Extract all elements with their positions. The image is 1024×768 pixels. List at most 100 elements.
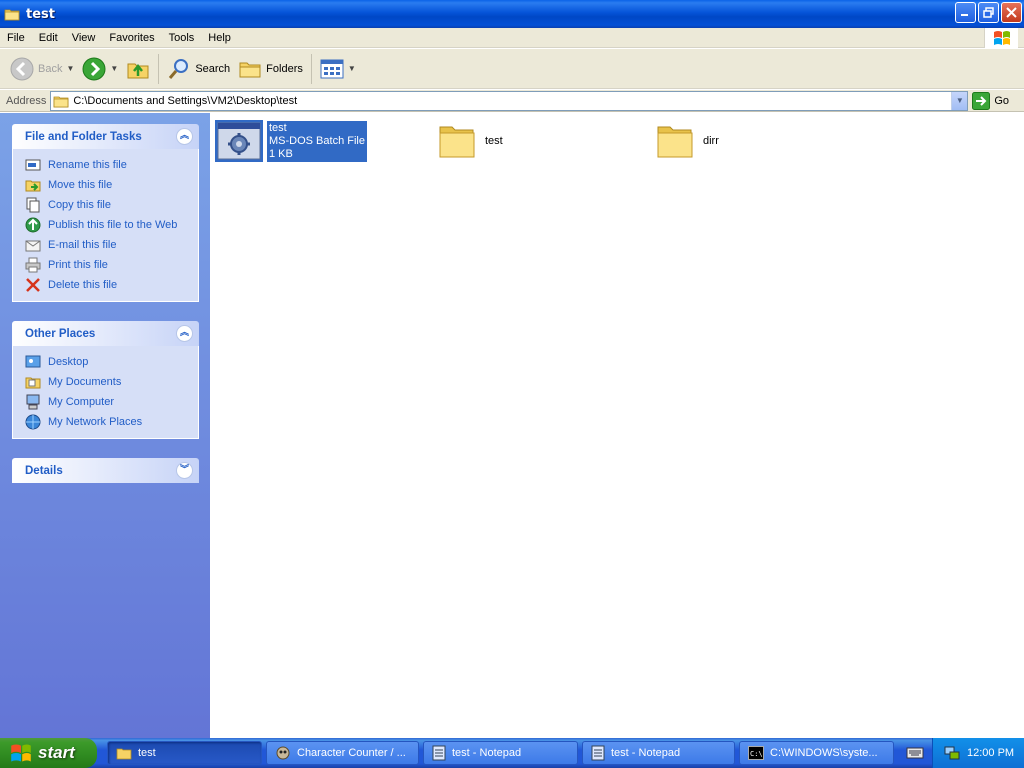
- task-publish[interactable]: Publish this file to the Web: [25, 215, 198, 235]
- task-label: Copy this file: [48, 199, 111, 211]
- start-label: start: [38, 743, 75, 762]
- task-move[interactable]: Move this file: [25, 175, 198, 195]
- restore-icon: [983, 7, 994, 18]
- task-email[interactable]: E-mail this file: [25, 235, 198, 255]
- window-title: test: [26, 6, 55, 22]
- close-button[interactable]: [1001, 2, 1022, 23]
- folders-icon: [239, 62, 261, 77]
- address-dropdown-button[interactable]: ▼: [951, 91, 968, 110]
- place-my-network[interactable]: My Network Places: [25, 412, 198, 432]
- task-print[interactable]: Print this file: [25, 255, 198, 275]
- back-button[interactable]: Back ▼: [6, 52, 78, 86]
- delete-x-icon: [25, 277, 41, 293]
- email-icon: [25, 237, 41, 253]
- place-label: Desktop: [48, 356, 89, 368]
- file-list: test MS-DOS Batch File 1 KB test dirr: [210, 113, 1024, 738]
- move-icon: [25, 177, 41, 193]
- restore-button[interactable]: [978, 2, 999, 23]
- minimize-button[interactable]: [955, 2, 976, 23]
- task-label: Publish this file to the Web: [48, 219, 178, 231]
- my-network-places-icon: [25, 414, 41, 430]
- task-delete[interactable]: Delete this file: [25, 275, 198, 295]
- publish-web-icon: [25, 217, 41, 233]
- search-label: Search: [195, 62, 231, 75]
- place-my-documents[interactable]: My Documents: [25, 372, 198, 392]
- up-folder-icon: [127, 63, 149, 78]
- taskbar-item-label: C:\WINDOWS\syste...: [770, 747, 878, 759]
- forward-dropdown-icon[interactable]: ▼: [110, 64, 118, 73]
- place-desktop[interactable]: Desktop: [25, 352, 198, 372]
- task-rename[interactable]: Rename this file: [25, 155, 198, 175]
- folder-item-dirr[interactable]: dirr: [655, 121, 719, 161]
- panel-title: Other Places: [25, 327, 96, 340]
- address-label: Address: [6, 94, 47, 107]
- file-name: test: [269, 121, 287, 134]
- title-bar: test: [0, 0, 1024, 28]
- svg-text:C:\: C:\: [750, 750, 763, 758]
- task-copy[interactable]: Copy this file: [25, 195, 198, 215]
- menu-view[interactable]: View: [65, 32, 103, 44]
- details-panel: Details ︾: [12, 458, 199, 483]
- address-input[interactable]: C:\Documents and Settings\VM2\Desktop\te…: [50, 90, 969, 111]
- taskbar-item-notepad-2[interactable]: test - Notepad: [582, 741, 735, 765]
- place-label: My Documents: [48, 376, 122, 388]
- expand-icon[interactable]: ︾: [176, 462, 193, 479]
- notepad-icon: [591, 745, 605, 761]
- toolbar: Back ▼ ▼ Search Folders ▼: [0, 49, 1024, 89]
- menu-tools[interactable]: Tools: [162, 32, 202, 44]
- go-label: Go: [994, 94, 1010, 107]
- clock[interactable]: 12:00 PM: [967, 747, 1014, 759]
- printer-icon: [25, 257, 41, 273]
- keyboard-icon[interactable]: [906, 744, 924, 762]
- views-button[interactable]: ▼: [316, 52, 360, 86]
- folder-icon: [116, 748, 132, 760]
- menu-favorites[interactable]: Favorites: [102, 32, 161, 44]
- panel-header[interactable]: Other Places ︽: [12, 321, 199, 346]
- taskbar-item-cmd[interactable]: C:\ C:\WINDOWS\syste...: [739, 741, 894, 765]
- file-item-batch[interactable]: test MS-DOS Batch File 1 KB: [215, 120, 367, 162]
- menu-file[interactable]: File: [0, 32, 32, 44]
- back-dropdown-icon[interactable]: ▼: [66, 64, 74, 73]
- folder-icon: [439, 126, 475, 158]
- taskbar-item-label: Character Counter / ...: [297, 747, 406, 759]
- go-button[interactable]: Go: [972, 91, 1010, 110]
- views-dropdown-icon[interactable]: ▼: [348, 64, 356, 73]
- minimize-icon: [961, 14, 968, 16]
- batch-file-icon: [215, 120, 263, 162]
- forward-button[interactable]: ▼: [78, 52, 122, 86]
- up-folder-button[interactable]: [122, 52, 154, 86]
- collapse-icon[interactable]: ︽: [176, 128, 193, 145]
- folder-icon: [657, 126, 693, 158]
- close-icon: [1006, 7, 1017, 18]
- panel-header[interactable]: Details ︾: [12, 458, 199, 483]
- back-label: Back: [38, 62, 63, 75]
- place-label: My Computer: [48, 396, 115, 408]
- search-icon: [169, 58, 189, 79]
- taskbar-item-character-counter[interactable]: Character Counter / ...: [266, 741, 419, 765]
- task-label: Rename this file: [48, 159, 127, 171]
- taskbar-item-explorer[interactable]: test: [107, 741, 262, 765]
- menu-edit[interactable]: Edit: [32, 32, 65, 44]
- panel-header[interactable]: File and Folder Tasks ︽: [12, 124, 199, 149]
- place-my-computer[interactable]: My Computer: [25, 392, 198, 412]
- views-icon: [320, 59, 344, 78]
- menu-help[interactable]: Help: [201, 32, 238, 44]
- collapse-icon[interactable]: ︽: [176, 325, 193, 342]
- toolbar-separator: [158, 53, 160, 84]
- my-computer-icon: [25, 394, 41, 410]
- start-button[interactable]: start: [0, 738, 97, 768]
- panel-title: File and Folder Tasks: [25, 130, 142, 143]
- desktop-icon: [25, 354, 41, 370]
- menu-bar: File Edit View Favorites Tools Help: [0, 28, 1024, 48]
- network-tray-icon[interactable]: [943, 744, 961, 762]
- cmd-icon: C:\: [748, 746, 764, 760]
- other-places-panel: Other Places ︽ Desktop My Documents My C…: [12, 321, 199, 439]
- my-documents-icon: [25, 374, 41, 390]
- taskbar-item-notepad-1[interactable]: test - Notepad: [423, 741, 578, 765]
- folders-button[interactable]: Folders: [234, 52, 307, 86]
- search-button[interactable]: Search: [163, 52, 234, 86]
- task-pane: File and Folder Tasks ︽ Rename this file…: [0, 113, 210, 738]
- folder-item-test[interactable]: test: [437, 121, 503, 161]
- go-arrow-icon: [972, 91, 991, 110]
- folder-icon: [53, 96, 69, 107]
